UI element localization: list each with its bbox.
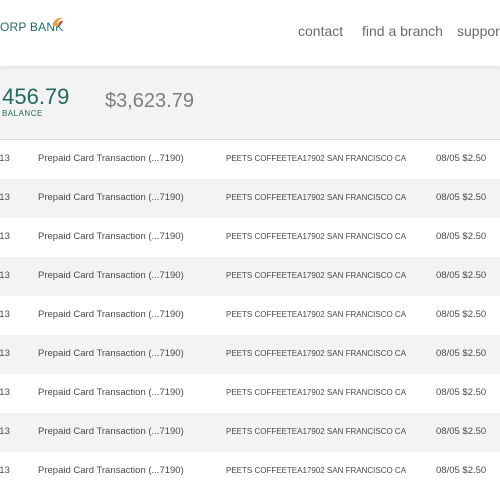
transaction-merchant: PEETS COFFEETEA17902 SAN FRANCISCO CA <box>226 310 407 319</box>
transaction-date: 013 <box>0 426 10 437</box>
balance-summary: ,456.79 T BALANCE <box>0 66 500 140</box>
nav-link-support[interactable]: support <box>457 23 500 39</box>
transaction-merchant: PEETS COFFEETEA17902 SAN FRANCISCO CA <box>226 271 407 280</box>
transaction-date: 013 <box>0 270 10 281</box>
transaction-amount: 08/05 $2.50 <box>436 231 487 242</box>
nav-link-contact[interactable]: contact <box>298 23 343 39</box>
transaction-description: Prepaid Card Transaction (...7190) <box>38 192 184 203</box>
transaction-amount: 08/05 $2.50 <box>436 192 487 203</box>
transaction-description: Prepaid Card Transaction (...7190) <box>38 426 184 437</box>
nav-link-find-a-branch[interactable]: find a branch <box>362 23 443 39</box>
site-header: ORP BANK contact find a branch support <box>0 0 500 66</box>
transaction-merchant: PEETS COFFEETEA17902 SAN FRANCISCO CA <box>226 466 407 475</box>
transaction-date: 013 <box>0 309 10 320</box>
transaction-date: 013 <box>0 465 10 476</box>
bank-page: ORP BANK contact find a branch support ,… <box>0 0 500 500</box>
transaction-row[interactable]: 013 Prepaid Card Transaction (...7190) P… <box>0 452 500 491</box>
transaction-amount: 08/05 $2.50 <box>436 465 487 476</box>
transaction-row[interactable]: 013 Prepaid Card Transaction (...7190) P… <box>0 335 500 374</box>
transaction-merchant: PEETS COFFEETEA17902 SAN FRANCISCO CA <box>226 388 407 397</box>
transaction-row[interactable]: 013 Prepaid Card Transaction (...7190) P… <box>0 374 500 413</box>
transaction-amount: 08/05 $2.50 <box>436 153 487 164</box>
transaction-description: Prepaid Card Transaction (...7190) <box>38 348 184 359</box>
transaction-merchant: PEETS COFFEETEA17902 SAN FRANCISCO CA <box>226 154 407 163</box>
secondary-balance-amount: $3,623.79 <box>105 90 194 112</box>
transaction-date: 013 <box>0 192 10 203</box>
transaction-amount: 08/05 $2.50 <box>436 348 487 359</box>
transaction-list: 013 Prepaid Card Transaction (...7190) P… <box>0 140 500 491</box>
transaction-row[interactable]: 013 Prepaid Card Transaction (...7190) P… <box>0 257 500 296</box>
transaction-amount: 08/05 $2.50 <box>436 309 487 320</box>
transaction-row[interactable]: 013 Prepaid Card Transaction (...7190) P… <box>0 218 500 257</box>
transaction-row[interactable]: 013 Prepaid Card Transaction (...7190) P… <box>0 179 500 218</box>
primary-balance-amount: ,456.79 <box>0 84 70 109</box>
transaction-merchant: PEETS COFFEETEA17902 SAN FRANCISCO CA <box>226 427 407 436</box>
transaction-row[interactable]: 013 Prepaid Card Transaction (...7190) P… <box>0 296 500 335</box>
primary-balance-label: T BALANCE <box>0 109 43 118</box>
top-navigation: contact find a branch support <box>0 23 500 43</box>
transaction-row[interactable]: 013 Prepaid Card Transaction (...7190) P… <box>0 140 500 179</box>
transaction-row[interactable]: 013 Prepaid Card Transaction (...7190) P… <box>0 413 500 452</box>
transaction-amount: 08/05 $2.50 <box>436 387 487 398</box>
transaction-merchant: PEETS COFFEETEA17902 SAN FRANCISCO CA <box>226 232 407 241</box>
transaction-date: 013 <box>0 348 10 359</box>
transaction-amount: 08/05 $2.50 <box>436 426 487 437</box>
transaction-date: 013 <box>0 153 10 164</box>
transaction-date: 013 <box>0 231 10 242</box>
transaction-amount: 08/05 $2.50 <box>436 270 487 281</box>
transaction-merchant: PEETS COFFEETEA17902 SAN FRANCISCO CA <box>226 349 407 358</box>
transaction-merchant: PEETS COFFEETEA17902 SAN FRANCISCO CA <box>226 193 407 202</box>
transaction-description: Prepaid Card Transaction (...7190) <box>38 231 184 242</box>
transaction-date: 013 <box>0 387 10 398</box>
transaction-description: Prepaid Card Transaction (...7190) <box>38 270 184 281</box>
transaction-description: Prepaid Card Transaction (...7190) <box>38 309 184 320</box>
transaction-description: Prepaid Card Transaction (...7190) <box>38 387 184 398</box>
transaction-description: Prepaid Card Transaction (...7190) <box>38 153 184 164</box>
transaction-description: Prepaid Card Transaction (...7190) <box>38 465 184 476</box>
